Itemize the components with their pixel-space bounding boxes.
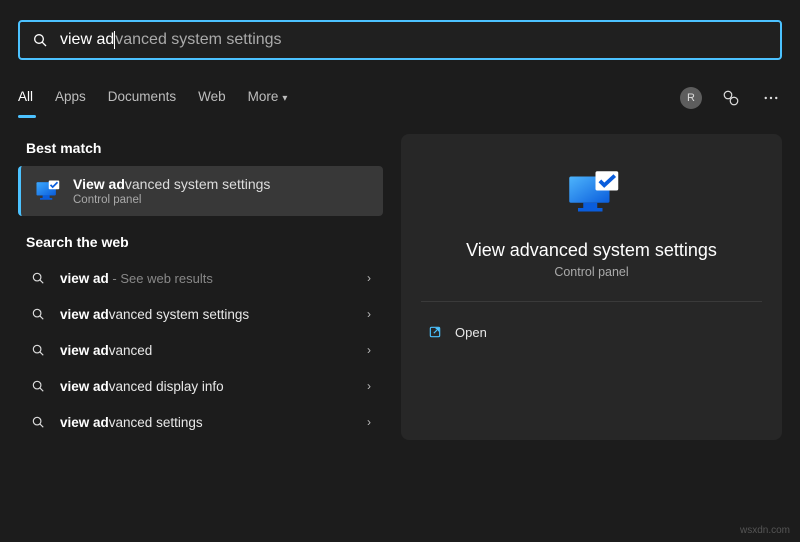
results-area: Best match View advanced system settings…: [0, 120, 800, 440]
web-result[interactable]: view advanced display info ›: [18, 368, 383, 404]
tab-more-label: More: [248, 89, 279, 104]
search-icon: [32, 32, 48, 48]
search-typed-text: view ad: [60, 31, 114, 48]
tab-documents[interactable]: Documents: [108, 89, 176, 108]
rewards-icon[interactable]: [720, 87, 742, 109]
detail-subtitle: Control panel: [554, 265, 628, 279]
system-settings-icon: [564, 166, 620, 222]
divider: [421, 301, 762, 302]
tab-more[interactable]: More▾: [248, 89, 288, 108]
best-match-title-rest: vanced system settings: [125, 176, 271, 192]
tab-all[interactable]: All: [18, 89, 33, 108]
chevron-down-icon: ▾: [282, 93, 287, 104]
open-external-icon: [427, 324, 443, 340]
detail-panel: View advanced system settings Control pa…: [401, 134, 782, 440]
best-match-text: View advanced system settings Control pa…: [73, 176, 270, 206]
chevron-right-icon: ›: [367, 415, 371, 429]
search-input[interactable]: view advanced system settings: [60, 31, 282, 49]
detail-title: View advanced system settings: [466, 240, 717, 261]
web-result-label: view ad - See web results: [60, 271, 353, 286]
best-match-result[interactable]: View advanced system settings Control pa…: [18, 166, 383, 216]
web-result-label: view advanced display info: [60, 379, 353, 394]
detail-actions: Open: [421, 316, 762, 348]
best-match-title-match: View ad: [73, 176, 125, 192]
scope-tabs-row: All Apps Documents Web More▾ R: [0, 76, 800, 120]
chevron-right-icon: ›: [367, 271, 371, 285]
search-icon: [30, 306, 46, 322]
chevron-right-icon: ›: [367, 379, 371, 393]
header-controls: R: [680, 87, 782, 109]
search-bar[interactable]: view advanced system settings: [18, 20, 782, 60]
user-avatar[interactable]: R: [680, 87, 702, 109]
search-icon: [30, 342, 46, 358]
web-section-label: Search the web: [26, 234, 383, 250]
watermark: wsxdn.com: [740, 525, 790, 536]
tab-apps[interactable]: Apps: [55, 89, 86, 108]
web-result-label: view advanced settings: [60, 415, 353, 430]
more-options-icon[interactable]: [760, 87, 782, 109]
web-result[interactable]: view advanced system settings ›: [18, 296, 383, 332]
chevron-right-icon: ›: [367, 343, 371, 357]
best-match-subtitle: Control panel: [73, 194, 270, 206]
web-result-label: view advanced system settings: [60, 307, 353, 322]
best-match-title: View advanced system settings: [73, 176, 270, 192]
search-icon: [30, 414, 46, 430]
open-action[interactable]: Open: [421, 316, 762, 348]
web-result[interactable]: view advanced settings ›: [18, 404, 383, 440]
search-icon: [30, 378, 46, 394]
results-list: Best match View advanced system settings…: [18, 134, 383, 440]
web-result-label: view advanced: [60, 343, 353, 358]
search-icon: [30, 270, 46, 286]
best-match-section-label: Best match: [26, 140, 383, 156]
search-autocomplete: vanced system settings: [115, 31, 281, 48]
web-result[interactable]: view ad - See web results ›: [18, 260, 383, 296]
system-settings-icon: [33, 177, 61, 205]
tab-web[interactable]: Web: [198, 89, 226, 108]
scope-tabs: All Apps Documents Web More▾: [18, 89, 287, 108]
open-action-label: Open: [455, 325, 487, 340]
chevron-right-icon: ›: [367, 307, 371, 321]
web-result[interactable]: view advanced ›: [18, 332, 383, 368]
